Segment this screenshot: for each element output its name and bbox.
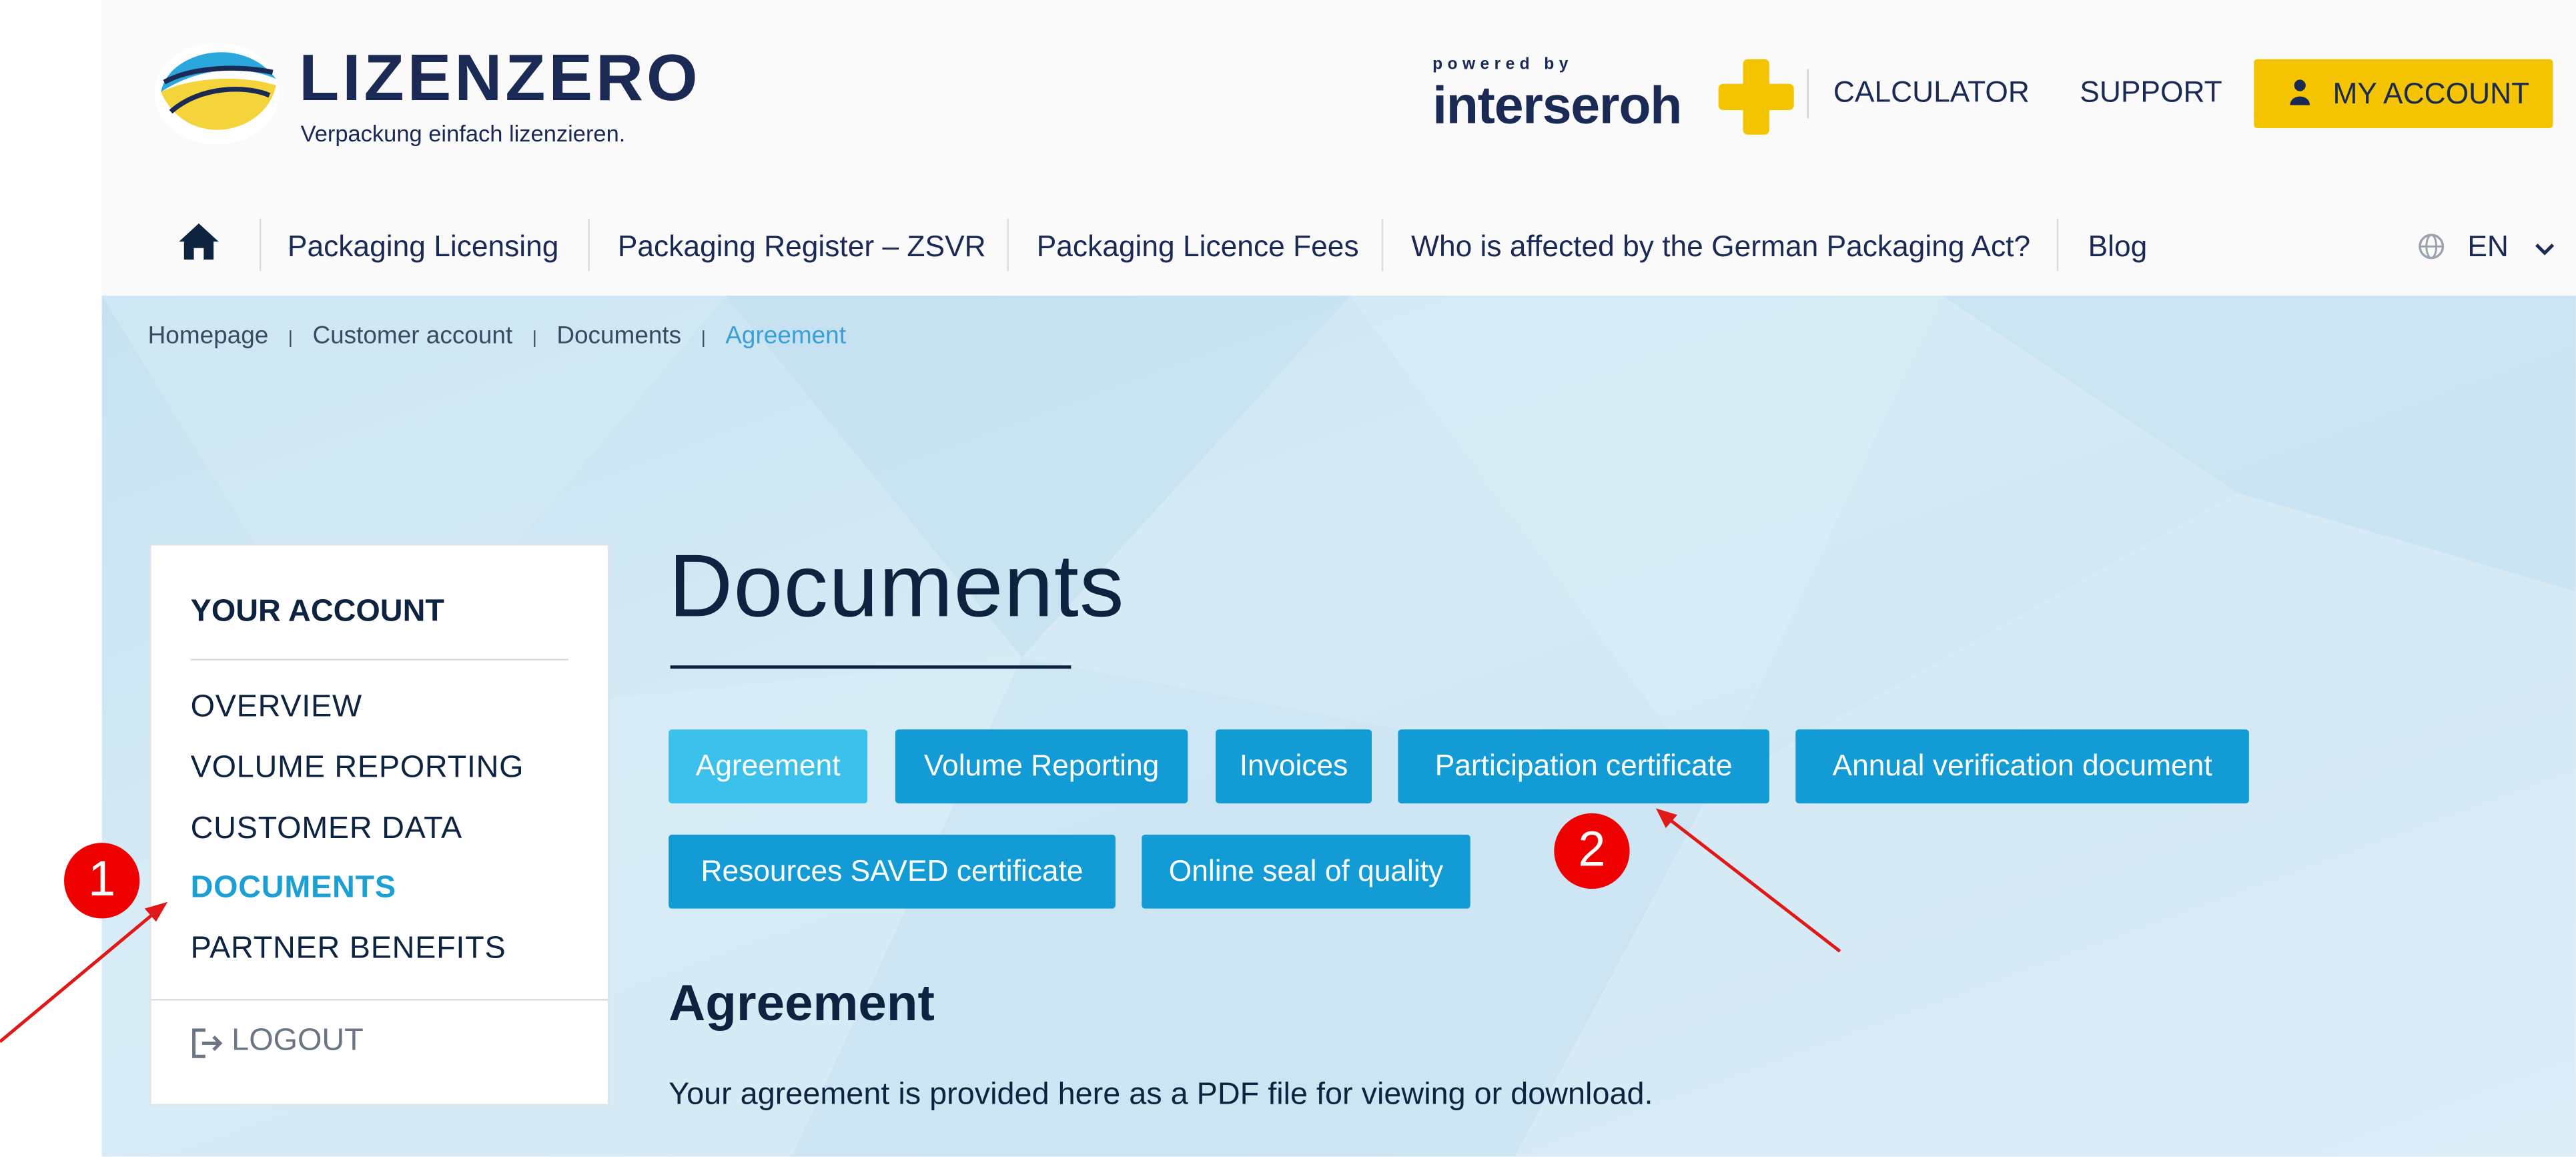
logout-icon (192, 1028, 223, 1058)
sidebar-divider (151, 999, 608, 1001)
nav-packaging-licensing[interactable]: Packaging Licensing (288, 230, 559, 265)
nav-separator (2056, 218, 2059, 272)
tab-invoices[interactable]: Invoices (1216, 729, 1372, 804)
tab-volume-reporting[interactable]: Volume Reporting (895, 729, 1188, 804)
annotation-marker-2: 2 (1554, 813, 1630, 889)
breadcrumb-customer-account[interactable]: Customer account (312, 322, 512, 350)
chevron-down-icon (2535, 244, 2555, 256)
nav-who-is-affected[interactable]: Who is affected by the German Packaging … (1411, 230, 2030, 265)
language-selector[interactable]: EN (2415, 227, 2563, 266)
nav-packaging-register[interactable]: Packaging Register – ZSVR (618, 230, 986, 265)
section-description: Your agreement is provided here as a PDF… (669, 1078, 1653, 1112)
page-title: Documents (669, 537, 1125, 636)
left-margin (0, 0, 102, 1157)
tab-agreement[interactable]: Agreement (669, 729, 868, 804)
sidebar-divider (190, 659, 568, 661)
sidebar-item-documents[interactable]: DOCUMENTS (191, 871, 396, 907)
section-title: Agreement (669, 974, 935, 1032)
breadcrumb-homepage[interactable]: Homepage (148, 322, 269, 350)
logo-tagline: Verpackung einfach lizenzieren. (300, 119, 626, 147)
logo-mark-icon (154, 43, 280, 145)
sidebar-item-overview[interactable]: OVERVIEW (191, 690, 362, 726)
tab-online-seal-of-quality[interactable]: Online seal of quality (1142, 834, 1470, 909)
my-account-label: MY ACCOUNT (2332, 77, 2530, 110)
breadcrumb-separator: | (532, 328, 537, 349)
nav-separator (1007, 218, 1009, 272)
nav-separator (1381, 218, 1384, 272)
breadcrumb-documents[interactable]: Documents (556, 322, 681, 350)
sidebar-item-partner-benefits[interactable]: PARTNER BENEFITS (191, 931, 506, 968)
my-account-button[interactable]: MY ACCOUNT (2254, 59, 2553, 129)
language-label: EN (2467, 230, 2509, 263)
nav-separator (588, 218, 590, 272)
sidebar-item-volume-reporting[interactable]: VOLUME REPORTING (191, 751, 524, 787)
account-sidebar: YOUR ACCOUNT OVERVIEW VOLUME REPORTING C… (149, 544, 610, 1106)
support-link[interactable]: SUPPORT (2080, 75, 2222, 110)
breadcrumb-agreement: Agreement (725, 322, 846, 350)
lizenzero-logo[interactable]: LIZENZERO Verpackung einfach lizenzieren… (151, 36, 698, 157)
powered-by-label: powered by (1432, 55, 1573, 74)
tab-participation-certificate[interactable]: Participation certificate (1398, 729, 1769, 804)
nav-separator (260, 218, 262, 272)
breadcrumb-separator: | (288, 328, 293, 349)
sidebar-item-customer-data[interactable]: CUSTOMER DATA (191, 811, 462, 847)
nav-blog[interactable]: Blog (2088, 230, 2148, 265)
tab-resources-saved-certificate[interactable]: Resources SAVED certificate (669, 834, 1116, 909)
breadcrumb-separator: | (701, 328, 706, 349)
logo-wordmark: LIZENZERO (299, 43, 701, 115)
page: LIZENZERO Verpackung einfach lizenzieren… (0, 0, 2576, 1157)
home-icon[interactable] (177, 222, 220, 261)
calculator-link[interactable]: CALCULATOR (1833, 75, 2030, 110)
interseroh-logo[interactable]: powered by interseroh (1432, 53, 1810, 145)
nav-packaging-licence-fees[interactable]: Packaging Licence Fees (1037, 230, 1359, 265)
user-icon (2290, 79, 2310, 105)
main-nav: Packaging Licensing Packaging Register –… (102, 194, 2576, 296)
globe-icon (2419, 234, 2445, 260)
logout-label: LOGOUT (232, 1024, 364, 1058)
title-underline (670, 665, 1071, 669)
annotation-marker-1: 1 (64, 843, 140, 919)
logout-link[interactable]: LOGOUT (191, 1024, 421, 1066)
interseroh-plus-icon (1718, 59, 1794, 135)
sidebar-heading: YOUR ACCOUNT (190, 595, 444, 630)
breadcrumb: Homepage | Customer account | Documents | Agre… (148, 322, 846, 350)
tab-annual-verification-document[interactable]: Annual verification document (1795, 729, 2249, 804)
header-divider (1807, 69, 1809, 119)
interseroh-wordmark: interseroh (1432, 75, 1682, 135)
